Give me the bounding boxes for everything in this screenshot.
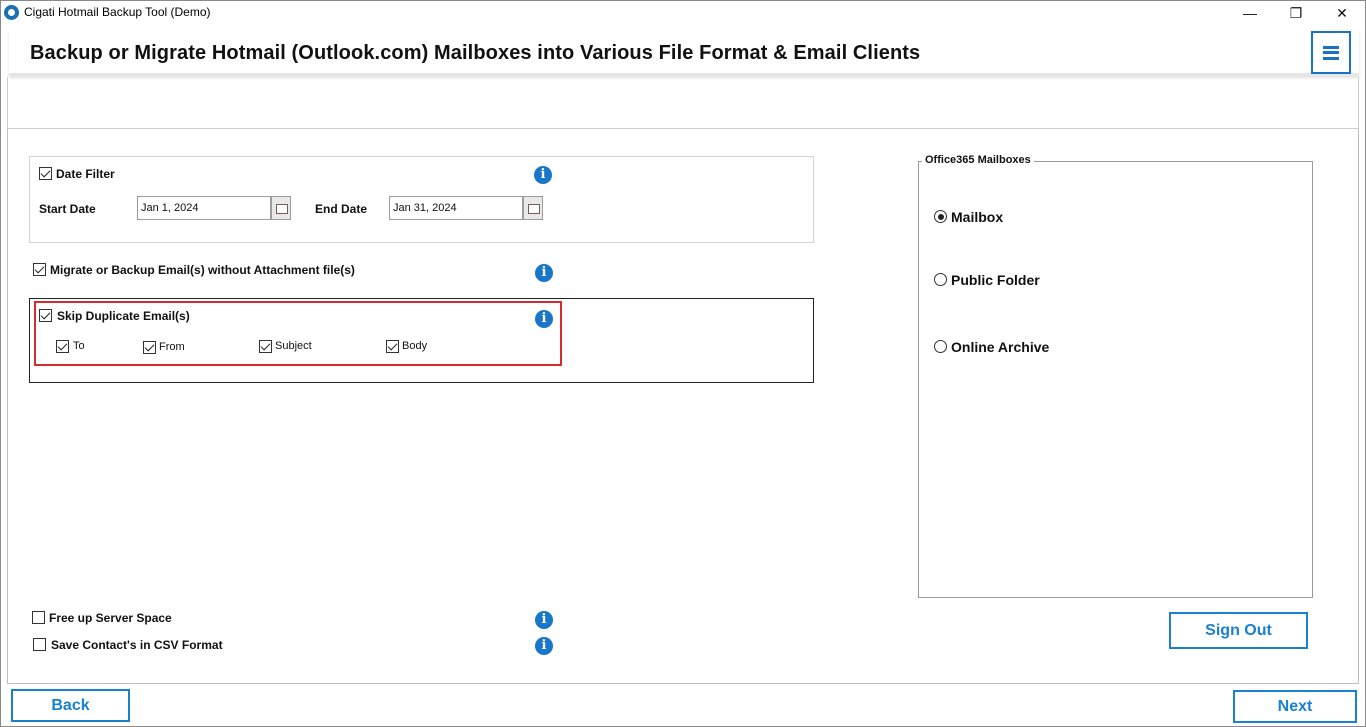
end-date-calendar-icon[interactable] — [523, 196, 543, 220]
dup-subject-label: Subject — [275, 340, 312, 352]
title-bar: Cigati Hotmail Backup Tool (Demo) — ❐ ✕ — [1, 1, 1365, 25]
public-folder-radio[interactable] — [934, 273, 947, 286]
without-attachment-label: Migrate or Backup Email(s) without Attac… — [50, 263, 355, 277]
end-date-label: End Date — [315, 202, 368, 216]
online-archive-radio[interactable] — [934, 340, 947, 353]
page-title: Backup or Migrate Hotmail (Outlook.com) … — [30, 42, 921, 64]
back-button[interactable]: Back — [11, 689, 130, 722]
save-contacts-csv-checkbox[interactable] — [33, 638, 46, 651]
mailbox-radio[interactable] — [934, 210, 947, 223]
date-filter-info-icon[interactable]: i — [534, 166, 552, 184]
dup-body-checkbox[interactable] — [386, 340, 399, 353]
free-server-space-label: Free up Server Space — [49, 611, 172, 625]
maximize-button[interactable]: ❐ — [1273, 1, 1319, 25]
page-header: Backup or Migrate Hotmail (Outlook.com) … — [9, 30, 1359, 76]
free-server-space-checkbox[interactable] — [32, 611, 45, 624]
start-date-label: Start Date — [39, 202, 96, 216]
hamburger-menu-icon — [1323, 45, 1339, 60]
dup-to-checkbox[interactable] — [56, 340, 69, 353]
office365-mailboxes-legend: Office365 Mailboxes — [922, 154, 1034, 166]
menu-button[interactable] — [1311, 31, 1351, 74]
start-date-calendar-icon[interactable] — [271, 196, 291, 220]
end-date-field[interactable] — [389, 196, 523, 220]
minimize-button[interactable]: — — [1227, 1, 1273, 25]
toolbar-spacer — [7, 77, 1359, 129]
sign-out-button[interactable]: Sign Out — [1169, 612, 1308, 649]
date-filter-checkbox[interactable] — [39, 167, 52, 180]
dup-subject-checkbox[interactable] — [259, 340, 272, 353]
dup-body-label: Body — [402, 340, 428, 352]
dup-from-label: From — [159, 341, 185, 353]
without-attachment-info-icon[interactable]: i — [535, 264, 553, 282]
save-contacts-csv-label: Save Contact's in CSV Format — [51, 638, 223, 652]
app-logo-icon — [4, 5, 19, 20]
app-window: Cigati Hotmail Backup Tool (Demo) — ❐ ✕ … — [0, 0, 1366, 727]
date-filter-label: Date Filter — [56, 167, 115, 181]
skip-duplicate-checkbox[interactable] — [39, 309, 52, 322]
online-archive-radio-label: Online Archive — [951, 339, 1050, 355]
save-contacts-csv-info-icon[interactable]: i — [535, 637, 553, 655]
window-title: Cigati Hotmail Backup Tool (Demo) — [24, 5, 211, 19]
skip-duplicate-label: Skip Duplicate Email(s) — [57, 309, 190, 323]
free-server-space-info-icon[interactable]: i — [535, 611, 553, 629]
without-attachment-checkbox[interactable] — [33, 263, 46, 276]
skip-duplicate-info-icon[interactable]: i — [535, 310, 553, 328]
dup-to-label: To — [73, 340, 85, 352]
mailbox-radio-label: Mailbox — [951, 209, 1004, 225]
office365-mailboxes-group — [918, 161, 1313, 598]
next-button[interactable]: Next — [1233, 690, 1357, 723]
start-date-field[interactable] — [137, 196, 271, 220]
public-folder-radio-label: Public Folder — [951, 272, 1040, 288]
close-button[interactable]: ✕ — [1319, 1, 1365, 25]
dup-from-checkbox[interactable] — [143, 341, 156, 354]
